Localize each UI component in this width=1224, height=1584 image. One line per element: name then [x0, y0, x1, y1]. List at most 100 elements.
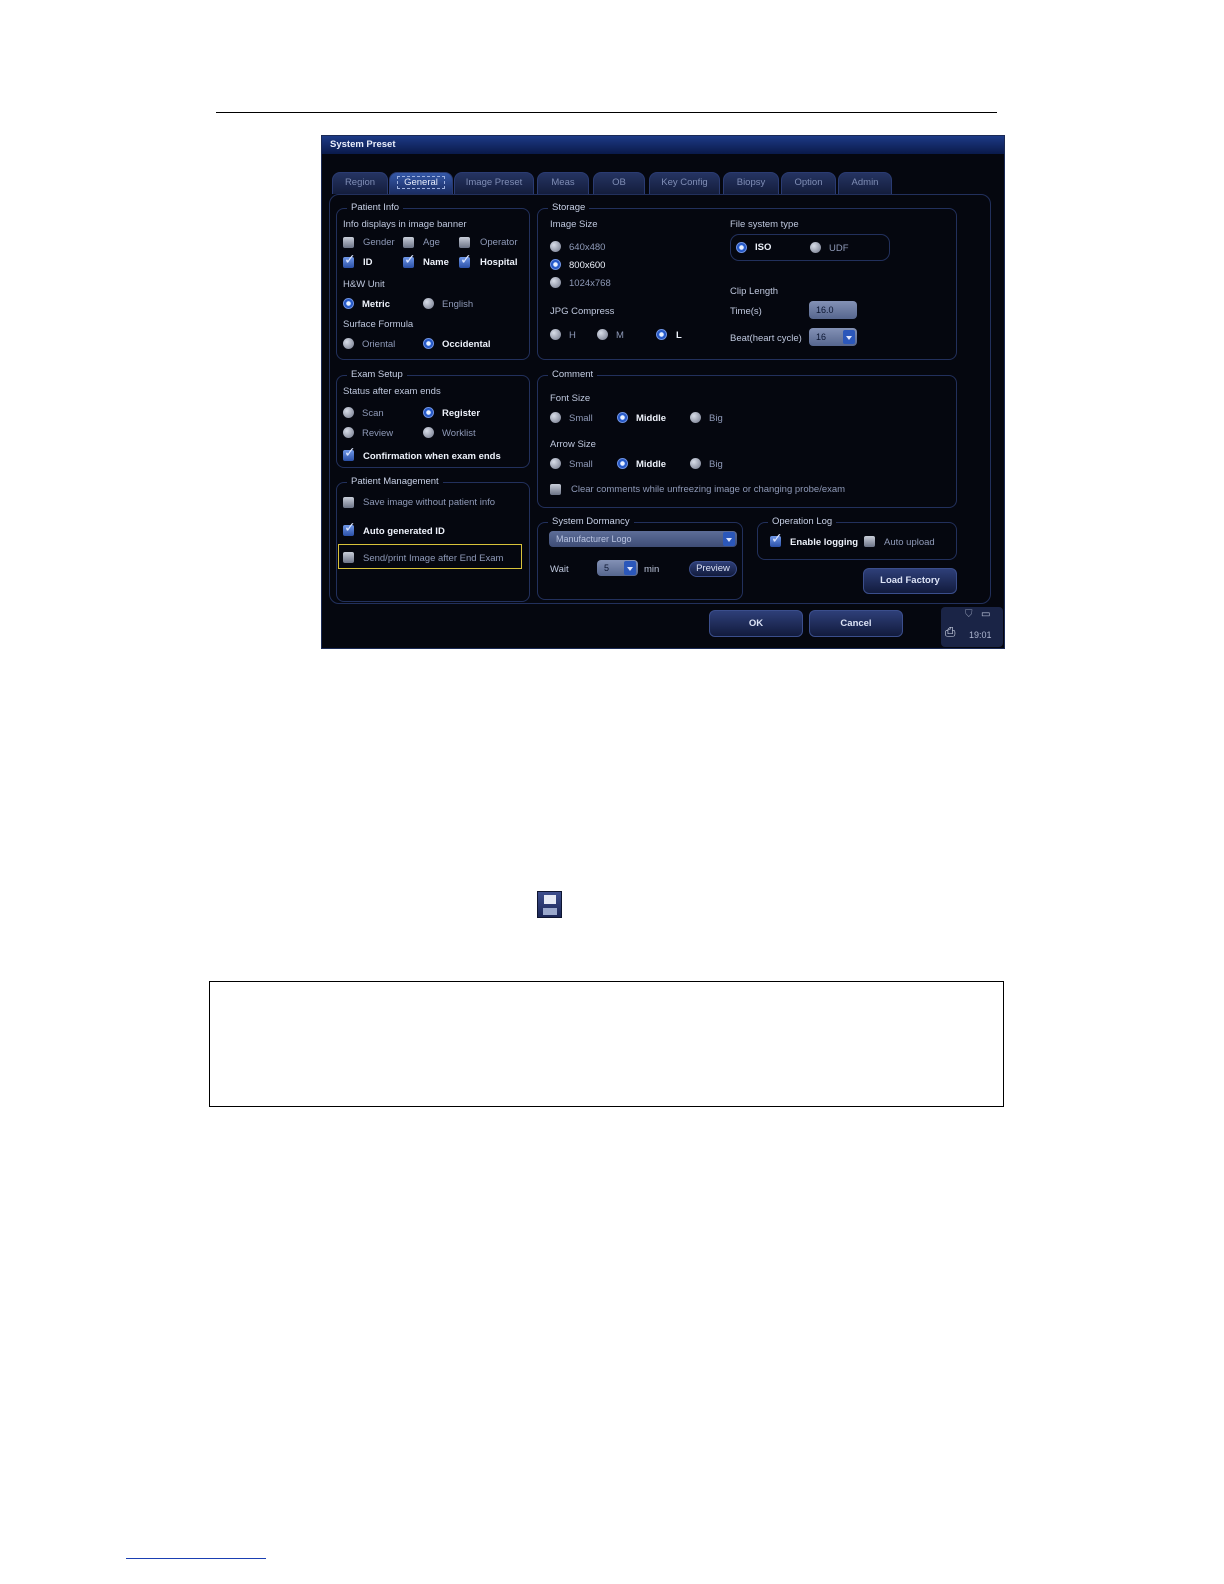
- wait-unit: min: [644, 564, 660, 575]
- tab-meas[interactable]: Meas: [537, 172, 589, 194]
- hospital-checkbox[interactable]: [459, 252, 472, 268]
- tab-admin[interactable]: Admin: [838, 172, 892, 194]
- udf-radio[interactable]: [810, 242, 821, 253]
- size-800-radio[interactable]: [550, 259, 561, 270]
- arrow-big-radio[interactable]: [690, 458, 701, 469]
- enable-logging-label: Enable logging: [790, 537, 859, 548]
- font-small-radio[interactable]: [550, 412, 561, 423]
- operator-label: Operator: [480, 237, 518, 248]
- tab-general[interactable]: General: [389, 172, 453, 194]
- enable-logging-checkbox[interactable]: [770, 531, 783, 547]
- jpg-l-radio[interactable]: [656, 329, 667, 340]
- dormancy-mode-value: Manufacturer Logo: [556, 534, 632, 544]
- gender-checkbox[interactable]: [343, 237, 354, 248]
- font-middle-label: Middle: [636, 413, 667, 424]
- font-big-label: Big: [709, 413, 723, 424]
- english-label: English: [442, 299, 474, 310]
- comment-legend: Comment: [548, 369, 598, 380]
- oriental-radio[interactable]: [343, 338, 354, 349]
- worklist-label: Worklist: [442, 428, 476, 439]
- arrow-middle-label: Middle: [636, 459, 667, 470]
- send-print-checkbox[interactable]: [343, 552, 354, 563]
- tab-option[interactable]: Option: [781, 172, 836, 194]
- cancel-button[interactable]: Cancel: [809, 610, 903, 637]
- system-preset-screenshot: System Preset Region General Image Prese…: [321, 135, 1005, 649]
- iso-radio[interactable]: [736, 242, 747, 253]
- jpg-h-radio[interactable]: [550, 329, 561, 340]
- operator-checkbox[interactable]: [459, 237, 470, 248]
- auto-upload-checkbox[interactable]: [864, 536, 875, 547]
- gender-label: Gender: [363, 237, 395, 248]
- network-icon: ⛉: [965, 609, 973, 620]
- worklist-radio[interactable]: [423, 427, 434, 438]
- system-dormancy-legend: System Dormancy: [548, 516, 634, 527]
- clock-time: 19:01: [969, 630, 992, 640]
- image-size-label: Image Size: [550, 219, 598, 230]
- title-bar: System Preset: [322, 136, 1004, 154]
- tab-key-config[interactable]: Key Config: [649, 172, 720, 194]
- occidental-radio[interactable]: [423, 338, 434, 349]
- confirmation-label: Confirmation when exam ends: [363, 451, 501, 462]
- age-label: Age: [423, 237, 440, 248]
- id-checkbox[interactable]: [343, 252, 356, 268]
- english-radio[interactable]: [423, 298, 434, 309]
- storage-legend: Storage: [548, 202, 590, 213]
- save-icon: [537, 891, 562, 918]
- beat-select[interactable]: 16: [809, 328, 857, 346]
- load-factory-button[interactable]: Load Factory: [863, 568, 957, 594]
- status-tray: ⛉ ▭ ⎙ 19:01: [941, 607, 1003, 647]
- arrow-size-label: Arrow Size: [550, 439, 596, 450]
- metric-radio[interactable]: [343, 298, 354, 309]
- window-title: System Preset: [330, 139, 396, 150]
- auto-upload-label: Auto upload: [884, 537, 935, 548]
- oriental-label: Oriental: [362, 339, 396, 350]
- size-1024-radio[interactable]: [550, 277, 561, 288]
- register-radio[interactable]: [423, 407, 434, 418]
- iso-label: ISO: [755, 242, 772, 253]
- status-after-label: Status after exam ends: [343, 386, 441, 397]
- tab-biopsy[interactable]: Biopsy: [723, 172, 779, 194]
- scan-radio[interactable]: [343, 407, 354, 418]
- jpg-m-label: M: [616, 330, 624, 341]
- auto-id-checkbox[interactable]: [343, 520, 356, 536]
- review-radio[interactable]: [343, 427, 354, 438]
- tab-ob[interactable]: OB: [593, 172, 645, 194]
- clip-length-label: Clip Length: [730, 286, 779, 297]
- jpg-compress-label: JPG Compress: [550, 306, 615, 317]
- save-without-info-checkbox[interactable]: [343, 497, 354, 508]
- id-label: ID: [363, 257, 373, 268]
- wait-value: 5: [604, 563, 610, 573]
- beat-label: Beat(heart cycle): [730, 333, 802, 344]
- banner-label: Info displays in image banner: [343, 219, 467, 230]
- save-without-info-label: Save image without patient info: [363, 497, 496, 508]
- register-label: Register: [442, 408, 481, 419]
- tab-region[interactable]: Region: [332, 172, 388, 194]
- jpg-m-radio[interactable]: [597, 329, 608, 340]
- size-640-radio[interactable]: [550, 241, 561, 252]
- tab-general-label: General: [397, 176, 445, 189]
- wait-stepper[interactable]: 5: [597, 560, 638, 576]
- udf-label: UDF: [829, 243, 849, 254]
- font-big-radio[interactable]: [690, 412, 701, 423]
- note-box: [209, 981, 1004, 1107]
- arrow-middle-radio[interactable]: [617, 458, 628, 469]
- send-print-label: Send/print Image after End Exam: [363, 553, 504, 564]
- time-input[interactable]: 16.0: [809, 301, 857, 319]
- exam-setup-legend: Exam Setup: [347, 369, 407, 380]
- age-checkbox[interactable]: [403, 237, 414, 248]
- name-checkbox[interactable]: [403, 252, 416, 268]
- scan-label: Scan: [362, 408, 384, 419]
- wait-label: Wait: [550, 564, 569, 575]
- clear-comments-checkbox[interactable]: [550, 484, 561, 495]
- size-1024-label: 1024x768: [569, 278, 611, 289]
- stepper-arrows-icon[interactable]: [624, 561, 636, 575]
- ok-button[interactable]: OK: [709, 610, 803, 637]
- file-system-label: File system type: [730, 219, 799, 230]
- dormancy-mode-select[interactable]: Manufacturer Logo: [549, 531, 737, 547]
- font-middle-radio[interactable]: [617, 412, 628, 423]
- confirmation-checkbox[interactable]: [343, 445, 356, 461]
- preview-button[interactable]: Preview: [689, 561, 737, 577]
- tab-image-preset[interactable]: Image Preset: [454, 172, 534, 194]
- arrow-small-radio[interactable]: [550, 458, 561, 469]
- monitor-icon: ▭: [981, 609, 991, 620]
